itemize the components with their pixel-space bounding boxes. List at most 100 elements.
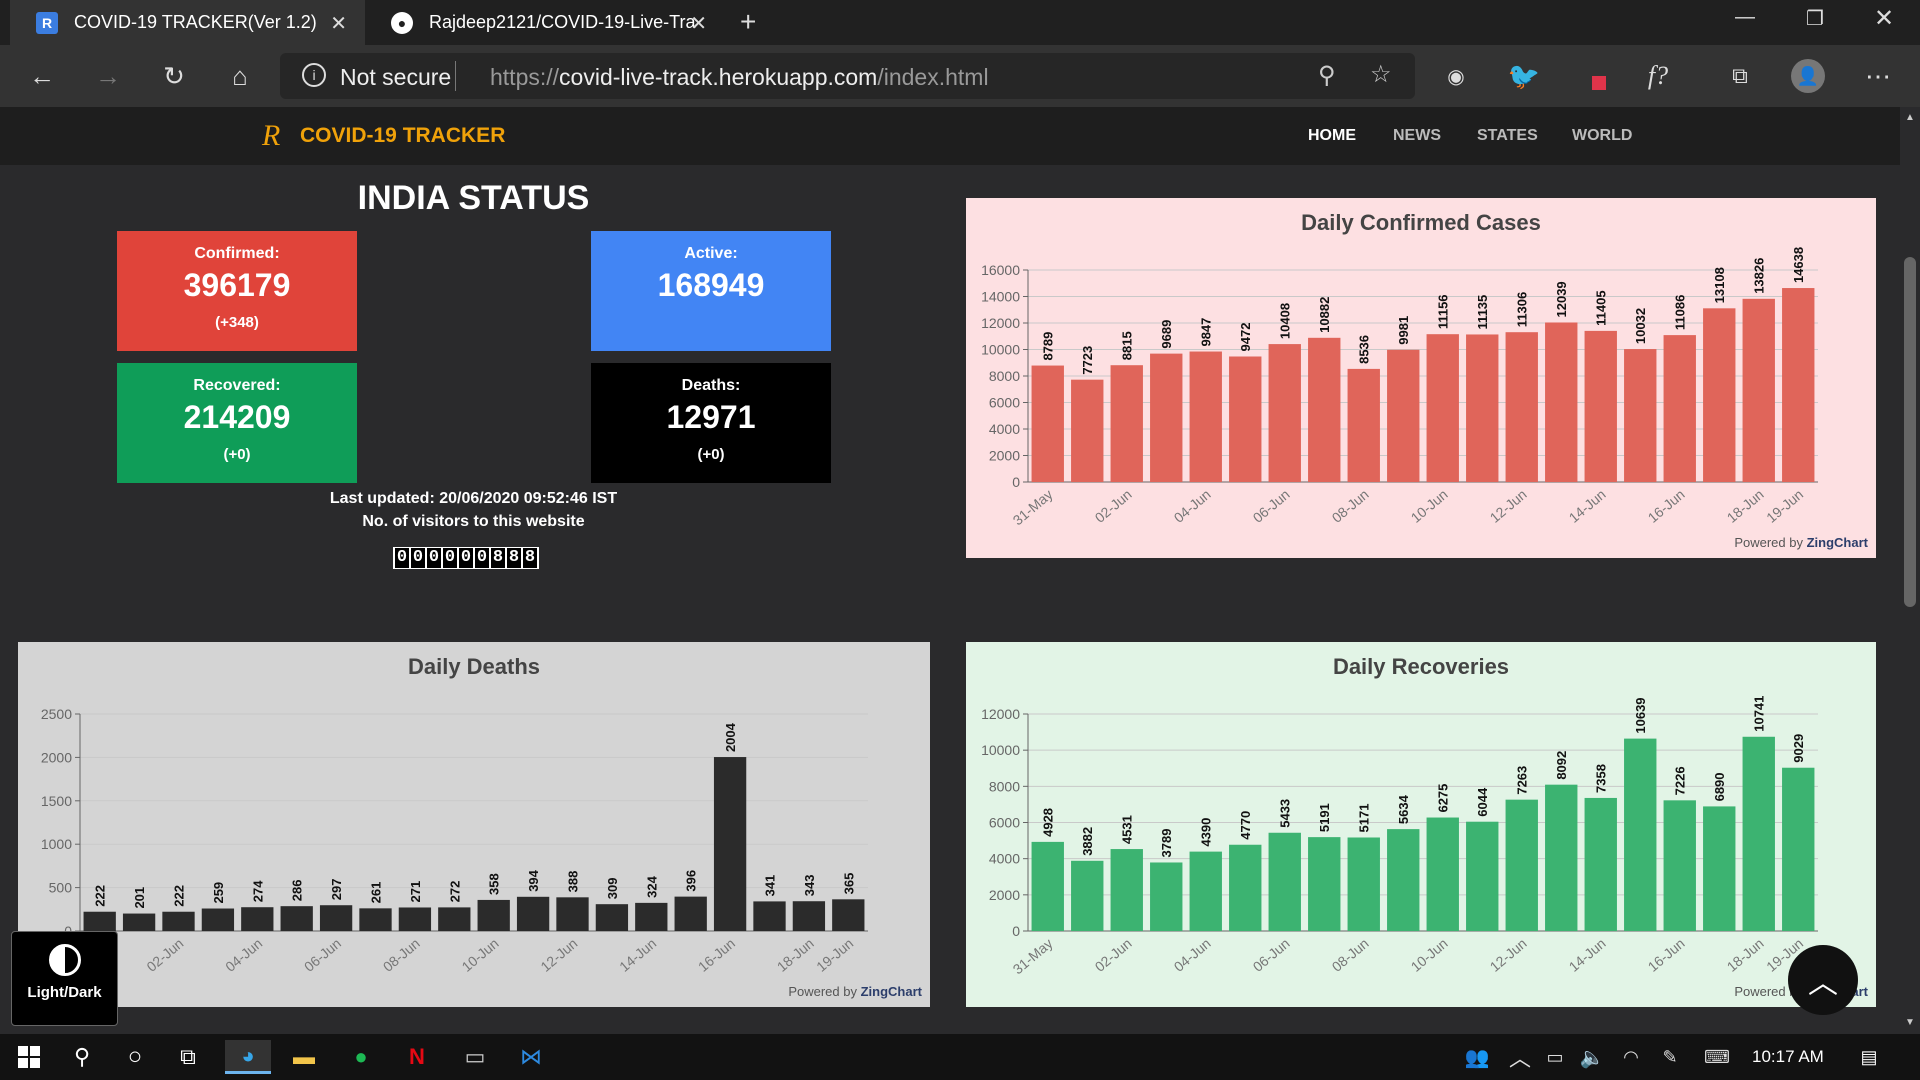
address-bar[interactable]: i Not secure https://covid-live-track.he… [280, 53, 1415, 99]
forward-icon[interactable]: → [90, 58, 126, 94]
bar[interactable] [1189, 351, 1222, 482]
bar[interactable] [1110, 365, 1143, 482]
bar[interactable] [792, 901, 826, 931]
bar[interactable] [1663, 335, 1696, 482]
bar[interactable] [1703, 806, 1736, 931]
collections-icon[interactable]: ⧉ [1722, 58, 1758, 94]
bar[interactable] [1071, 860, 1104, 931]
scroll-to-top-button[interactable]: ︿ [1788, 945, 1858, 1015]
minimize-icon[interactable]: — [1735, 6, 1755, 29]
bar[interactable] [556, 897, 589, 931]
bar[interactable] [1426, 334, 1459, 482]
bar[interactable] [1150, 862, 1183, 931]
bar[interactable] [1031, 841, 1064, 931]
profile-avatar[interactable]: 👤 [1790, 58, 1826, 94]
powered-by[interactable]: Powered by ZingChart [1734, 535, 1868, 550]
nav-states[interactable]: STATES [1477, 127, 1538, 145]
bar[interactable] [1387, 829, 1420, 931]
url-text[interactable]: https://covid-live-track.herokuapp.com/i… [490, 64, 989, 91]
bar[interactable] [1624, 349, 1657, 482]
nav-news[interactable]: NEWS [1393, 127, 1441, 145]
page-scrollbar[interactable]: ▲ ▼ [1900, 107, 1920, 1034]
bar[interactable] [1505, 332, 1538, 482]
bar[interactable] [201, 908, 235, 931]
info-icon[interactable]: i [302, 63, 326, 87]
bar[interactable] [1782, 767, 1815, 931]
bar[interactable] [832, 899, 865, 931]
task-view-icon[interactable]: ⧉ [171, 1040, 205, 1074]
tab-github[interactable]: ● Rajdeep2121/COVID-19-Live-Tra ✕ [365, 0, 725, 45]
favorite-star-icon[interactable]: ☆ [1370, 60, 1392, 89]
tab-covid-tracker[interactable]: R COVID-19 TRACKER(Ver 1.2) ✕ [10, 0, 365, 45]
vscode-icon[interactable]: ⋈ [514, 1040, 548, 1074]
bar[interactable] [713, 757, 747, 931]
refresh-icon[interactable]: ↻ [156, 58, 192, 94]
bar[interactable] [1031, 365, 1064, 482]
more-menu-icon[interactable]: ⋯ [1860, 58, 1896, 94]
bar[interactable] [1387, 349, 1420, 482]
formula-icon[interactable]: f? [1640, 58, 1676, 94]
battery-icon[interactable]: ▭ [1538, 1040, 1572, 1074]
bar[interactable] [319, 905, 353, 931]
notifications-icon[interactable]: ▤ [1852, 1040, 1886, 1074]
scroll-up-icon[interactable]: ▲ [1905, 112, 1915, 123]
keyboard-icon[interactable]: ⌨ [1700, 1040, 1734, 1074]
bar[interactable] [83, 911, 116, 931]
bar[interactable] [1703, 308, 1736, 482]
bar[interactable] [1426, 817, 1459, 931]
bar[interactable] [1347, 837, 1380, 931]
bar[interactable] [1584, 330, 1617, 482]
bar[interactable] [1308, 337, 1341, 482]
start-icon[interactable] [12, 1040, 46, 1074]
powered-by[interactable]: Powered by ZingChart [788, 984, 922, 999]
bar[interactable] [162, 911, 195, 931]
bar[interactable] [635, 902, 668, 931]
bar[interactable] [359, 908, 392, 931]
scrollbar-thumb[interactable] [1904, 257, 1916, 607]
bar[interactable] [1505, 799, 1538, 931]
bar[interactable] [1742, 298, 1775, 482]
nav-home[interactable]: HOME [1308, 127, 1356, 145]
light-dark-toggle[interactable]: Light/Dark [11, 931, 118, 1026]
back-icon[interactable]: ← [24, 58, 60, 94]
bar[interactable] [1545, 322, 1578, 482]
bar[interactable] [595, 904, 629, 931]
new-tab-icon[interactable]: + [740, 6, 756, 38]
bar[interactable] [1584, 797, 1617, 931]
bar[interactable] [1663, 800, 1696, 931]
bar[interactable] [753, 901, 786, 931]
bar[interactable] [1268, 832, 1301, 931]
bar[interactable] [1110, 849, 1143, 931]
bar[interactable] [438, 907, 471, 931]
edge-taskbar-icon[interactable]: ◕ [225, 1040, 271, 1074]
bar[interactable] [1782, 288, 1815, 482]
pen-icon[interactable]: ✎ [1653, 1040, 1687, 1074]
bar[interactable] [1189, 851, 1222, 931]
show-hidden-icons[interactable]: ︿ [1503, 1040, 1537, 1074]
cortana-icon[interactable]: ○ [118, 1040, 152, 1074]
bar[interactable] [1545, 784, 1578, 931]
bar[interactable] [674, 896, 707, 931]
bar[interactable] [1466, 821, 1499, 931]
clock[interactable]: 10:17 AM [1752, 1047, 1824, 1067]
bar[interactable] [1229, 844, 1262, 931]
volume-icon[interactable]: 🔈 [1575, 1040, 1609, 1074]
bar[interactable] [1229, 356, 1262, 482]
file-explorer-icon[interactable]: ▬ [287, 1040, 321, 1074]
twitter-icon[interactable]: 🐦 [1506, 58, 1542, 94]
zoom-icon[interactable]: ⚲ [1318, 61, 1336, 90]
terminal-icon[interactable]: ▭ [458, 1040, 492, 1074]
wifi-icon[interactable]: ◠ [1614, 1040, 1648, 1074]
netflix-icon[interactable]: N [400, 1040, 434, 1074]
nav-world[interactable]: WORLD [1572, 127, 1632, 145]
restore-icon[interactable]: ❐ [1806, 6, 1824, 31]
bar[interactable] [1624, 738, 1657, 931]
bar[interactable] [1071, 379, 1104, 482]
extension-pen-icon[interactable] [1576, 58, 1612, 94]
people-icon[interactable]: 👥 [1460, 1040, 1494, 1074]
close-tab-icon[interactable]: ✕ [690, 11, 707, 36]
bar[interactable] [1150, 353, 1183, 482]
brand-logo-icon[interactable]: R [262, 119, 280, 153]
bar[interactable] [477, 899, 510, 931]
scroll-down-icon[interactable]: ▼ [1905, 1017, 1915, 1028]
